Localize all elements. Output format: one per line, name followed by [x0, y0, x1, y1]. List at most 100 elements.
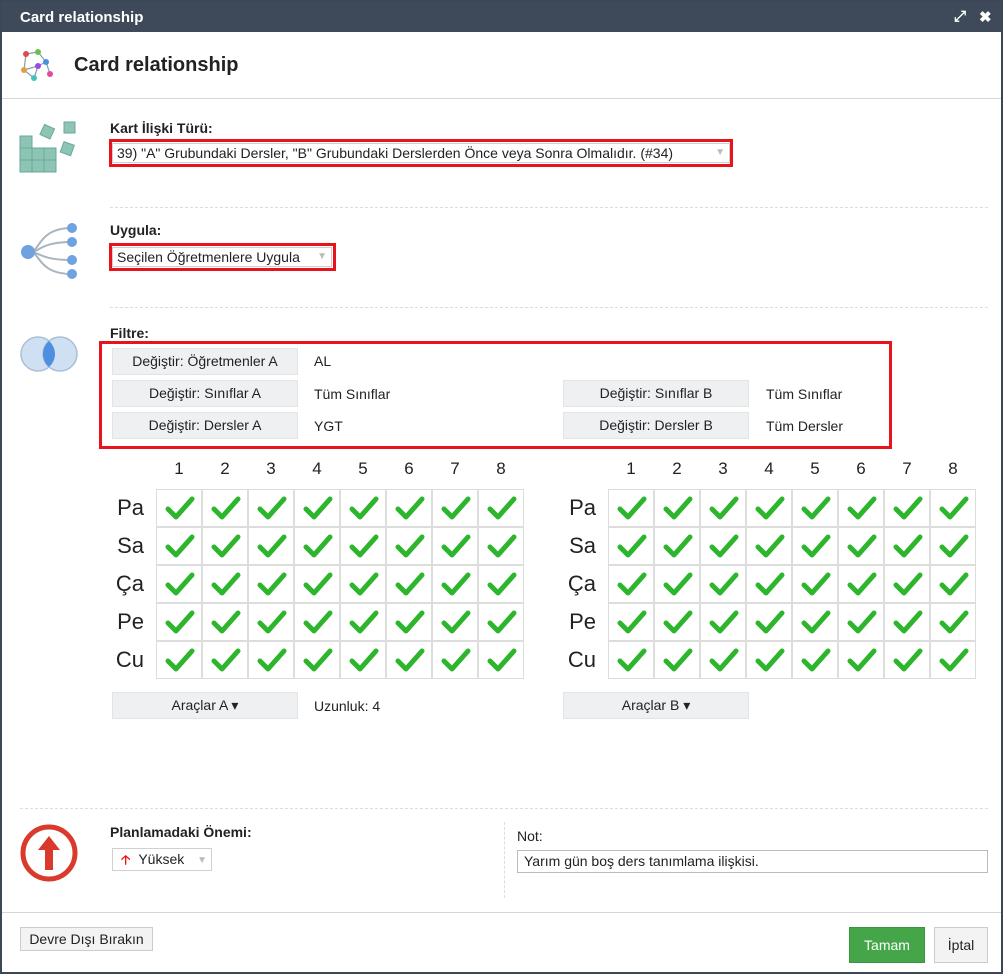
- timetable-cell-a[interactable]: [340, 489, 386, 527]
- timetable-cell-a[interactable]: [340, 603, 386, 641]
- timetable-cell-a[interactable]: [202, 527, 248, 565]
- timetable-cell-a[interactable]: [248, 489, 294, 527]
- timetable-cell-a[interactable]: [248, 527, 294, 565]
- tools-b-button[interactable]: Araçlar B ▾: [563, 692, 749, 719]
- maximize-icon[interactable]: ⤢: [954, 8, 966, 25]
- timetable-cell-b[interactable]: [884, 527, 930, 565]
- timetable-cell-b[interactable]: [608, 641, 654, 679]
- timetable-cell-a[interactable]: [156, 641, 202, 679]
- apply-select[interactable]: Seçilen Öğretmenlere Uygula ▼: [112, 247, 332, 267]
- timetable-cell-b[interactable]: [700, 641, 746, 679]
- timetable-cell-a[interactable]: [386, 489, 432, 527]
- timetable-cell-a[interactable]: [432, 527, 478, 565]
- timetable-cell-b[interactable]: [654, 641, 700, 679]
- timetable-cell-b[interactable]: [700, 603, 746, 641]
- timetable-cell-a[interactable]: [432, 489, 478, 527]
- timetable-cell-b[interactable]: [654, 603, 700, 641]
- timetable-cell-b[interactable]: [654, 565, 700, 603]
- ok-button[interactable]: Tamam: [849, 927, 925, 963]
- timetable-cell-b[interactable]: [838, 527, 884, 565]
- timetable-cell-b[interactable]: [792, 489, 838, 527]
- timetable-cell-a[interactable]: [478, 489, 524, 527]
- timetable-cell-b[interactable]: [884, 641, 930, 679]
- timetable-cell-a[interactable]: [202, 565, 248, 603]
- change-classes-b-button[interactable]: Değiştir: Sınıflar B: [563, 380, 749, 407]
- timetable-cell-a[interactable]: [386, 527, 432, 565]
- timetable-cell-b[interactable]: [884, 565, 930, 603]
- timetable-cell-b[interactable]: [746, 603, 792, 641]
- timetable-cell-b[interactable]: [746, 489, 792, 527]
- timetable-cell-a[interactable]: [340, 527, 386, 565]
- timetable-cell-a[interactable]: [202, 603, 248, 641]
- timetable-cell-a[interactable]: [294, 565, 340, 603]
- relation-type-select[interactable]: 39) "A" Grubundaki Dersler, "B" Grubunda…: [112, 143, 730, 163]
- timetable-cell-b[interactable]: [930, 565, 976, 603]
- checkmark-icon: [755, 572, 785, 596]
- timetable-cell-a[interactable]: [294, 641, 340, 679]
- timetable-cell-a[interactable]: [248, 641, 294, 679]
- timetable-cell-a[interactable]: [156, 527, 202, 565]
- period-header-b: 8: [948, 459, 958, 478]
- timetable-cell-b[interactable]: [792, 565, 838, 603]
- timetable-cell-b[interactable]: [838, 565, 884, 603]
- timetable-cell-a[interactable]: [478, 565, 524, 603]
- close-icon[interactable]: ✖: [979, 8, 992, 26]
- tools-a-button[interactable]: Araçlar A ▾: [112, 692, 298, 719]
- timetable-cell-b[interactable]: [792, 603, 838, 641]
- timetable-cell-a[interactable]: [294, 603, 340, 641]
- change-lessons-a-button[interactable]: Değiştir: Dersler A: [112, 412, 298, 439]
- note-input[interactable]: Yarım gün boş ders tanımlama ilişkisi.: [517, 850, 988, 873]
- change-teachers-a-button[interactable]: Değiştir: Öğretmenler A: [112, 348, 298, 375]
- timetable-cell-a[interactable]: [156, 489, 202, 527]
- timetable-cell-b[interactable]: [838, 641, 884, 679]
- timetable-cell-a[interactable]: [478, 603, 524, 641]
- timetable-cell-b[interactable]: [930, 641, 976, 679]
- timetable-cell-b[interactable]: [608, 489, 654, 527]
- timetable-cell-b[interactable]: [654, 527, 700, 565]
- timetable-cell-b[interactable]: [608, 603, 654, 641]
- timetable-cell-b[interactable]: [700, 489, 746, 527]
- timetable-cell-b[interactable]: [930, 489, 976, 527]
- timetable-cell-b[interactable]: [838, 603, 884, 641]
- change-classes-a-button[interactable]: Değiştir: Sınıflar A: [112, 380, 298, 407]
- timetable-cell-b[interactable]: [700, 565, 746, 603]
- timetable-cell-a[interactable]: [248, 565, 294, 603]
- timetable-cell-b[interactable]: [930, 603, 976, 641]
- timetable-cell-a[interactable]: [386, 565, 432, 603]
- timetable-cell-a[interactable]: [294, 489, 340, 527]
- title-bar[interactable]: Card relationship ⤢ ✖: [2, 2, 1001, 32]
- timetable-cell-a[interactable]: [386, 603, 432, 641]
- timetable-cell-b[interactable]: [884, 489, 930, 527]
- disable-button[interactable]: Devre Dışı Bırakın: [20, 927, 153, 951]
- timetable-cell-b[interactable]: [654, 489, 700, 527]
- timetable-cell-b[interactable]: [884, 603, 930, 641]
- timetable-cell-a[interactable]: [294, 527, 340, 565]
- timetable-cell-b[interactable]: [838, 489, 884, 527]
- timetable-cell-b[interactable]: [792, 641, 838, 679]
- timetable-cell-a[interactable]: [248, 603, 294, 641]
- timetable-cell-a[interactable]: [156, 603, 202, 641]
- timetable-cell-b[interactable]: [792, 527, 838, 565]
- timetable-cell-b[interactable]: [746, 565, 792, 603]
- timetable-cell-b[interactable]: [608, 565, 654, 603]
- timetable-cell-b[interactable]: [930, 527, 976, 565]
- timetable-cell-b[interactable]: [746, 527, 792, 565]
- change-lessons-b-button[interactable]: Değiştir: Dersler B: [563, 412, 749, 439]
- checkmark-icon: [165, 534, 195, 558]
- timetable-cell-a[interactable]: [478, 641, 524, 679]
- timetable-cell-a[interactable]: [432, 565, 478, 603]
- importance-select[interactable]: 🡡 Yüksek ▼: [112, 848, 212, 871]
- timetable-cell-a[interactable]: [156, 565, 202, 603]
- timetable-cell-a[interactable]: [432, 641, 478, 679]
- timetable-cell-a[interactable]: [340, 641, 386, 679]
- timetable-cell-b[interactable]: [608, 527, 654, 565]
- timetable-cell-a[interactable]: [202, 641, 248, 679]
- timetable-cell-a[interactable]: [202, 489, 248, 527]
- timetable-cell-b[interactable]: [700, 527, 746, 565]
- timetable-cell-a[interactable]: [340, 565, 386, 603]
- timetable-cell-a[interactable]: [478, 527, 524, 565]
- timetable-cell-a[interactable]: [386, 641, 432, 679]
- cancel-button[interactable]: İptal: [934, 927, 988, 963]
- timetable-cell-a[interactable]: [432, 603, 478, 641]
- timetable-cell-b[interactable]: [746, 641, 792, 679]
